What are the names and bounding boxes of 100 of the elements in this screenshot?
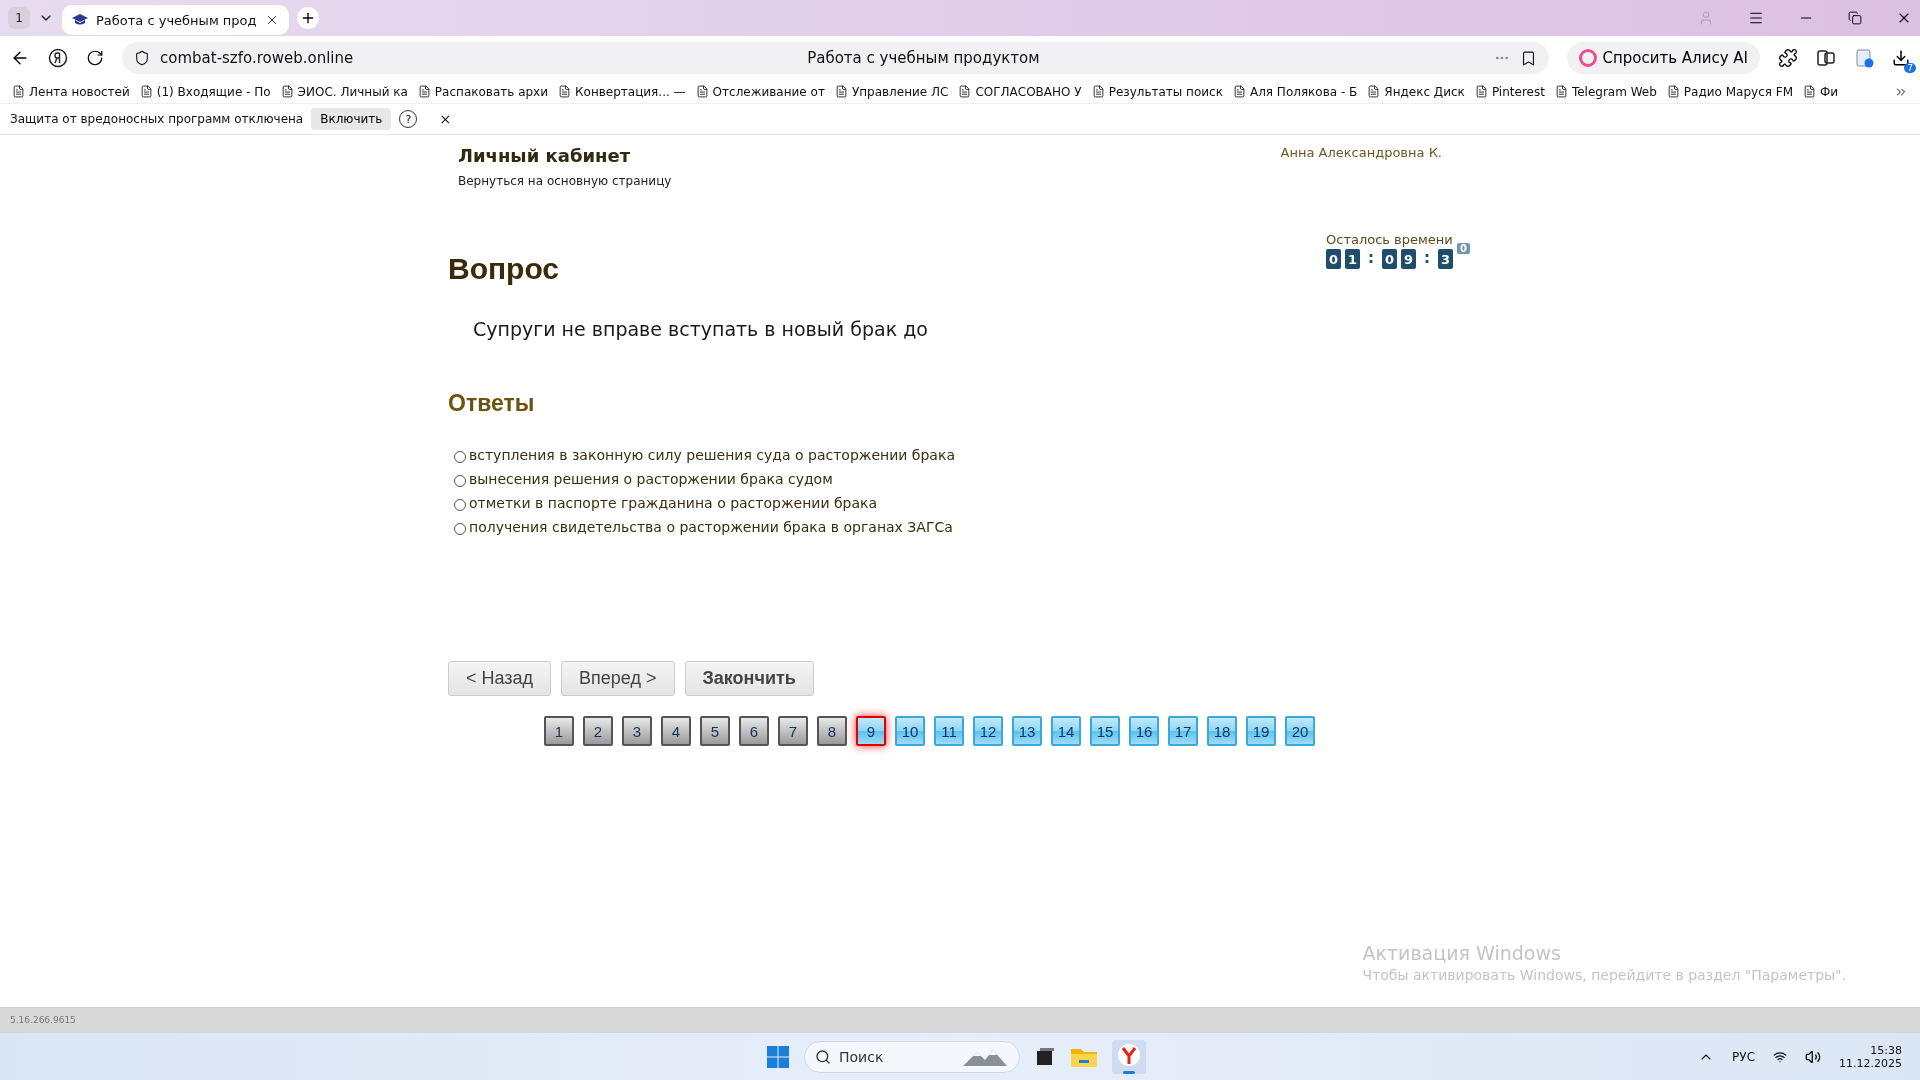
yandex-y-icon[interactable] — [48, 48, 68, 68]
page-icon — [1554, 85, 1568, 98]
page-icon — [1666, 85, 1680, 98]
timer-digit: 3 — [1438, 249, 1453, 269]
question-number-button[interactable]: 17 — [1168, 716, 1198, 746]
bookmark-item[interactable]: Конвертация... — — [558, 84, 686, 99]
collections-icon[interactable] — [1816, 48, 1836, 68]
question-number-button[interactable]: 12 — [973, 716, 1003, 746]
bookmark-item[interactable]: Результаты поиск — [1091, 84, 1223, 99]
user-name: Анна Александровна К. — [1280, 145, 1442, 162]
page-icon — [1367, 85, 1381, 98]
question-number-button[interactable]: 3 — [622, 716, 652, 746]
bookmark-item[interactable]: Аля Полякова - Б — [1232, 84, 1358, 99]
page-icon — [834, 85, 848, 98]
bookmark-item[interactable]: ЭИОС. Личный ка — [280, 84, 408, 99]
page-icon — [558, 85, 571, 98]
timer-digit: 0 — [1457, 243, 1470, 254]
bookmark-item[interactable]: Лента новостей — [12, 84, 130, 99]
bookmark-item[interactable]: Радио Маруся FM — [1666, 84, 1793, 99]
question-number-button[interactable]: 19 — [1246, 716, 1276, 746]
taskbar-clock[interactable]: 15:38 11.12.2025 — [1839, 1043, 1902, 1070]
notice-text: Защита от вредоносных программ отключена — [10, 112, 304, 126]
question-number-button[interactable]: 4 — [661, 716, 691, 746]
page-icon — [417, 85, 431, 98]
activation-title: Активация Windows — [1362, 942, 1562, 964]
bookmark-item[interactable]: Фи — [1803, 84, 1839, 99]
volume-icon[interactable] — [1805, 1048, 1821, 1065]
bookmark-item[interactable]: Яндекс Диск — [1367, 84, 1465, 99]
restore-icon[interactable] — [1848, 11, 1862, 25]
radio-button[interactable] — [454, 499, 466, 511]
radio-button[interactable] — [454, 523, 466, 535]
graduation-cap-icon — [72, 14, 88, 26]
question-number-button[interactable]: 8 — [817, 716, 847, 746]
shield-icon — [134, 50, 150, 66]
taskbar-search-field[interactable]: Поиск — [804, 1040, 1020, 1073]
bookmark-item[interactable]: Pinterest — [1474, 84, 1545, 99]
answers-heading: Ответы — [448, 390, 536, 417]
bookmark-item[interactable]: Распаковать архи — [417, 84, 548, 99]
radio-button[interactable] — [454, 451, 466, 463]
question-heading: Вопрос — [448, 252, 560, 286]
answer-option-text[interactable]: вынесения решения о расторжении брака судом — [469, 471, 833, 487]
question-number-button[interactable]: 5 — [700, 716, 730, 746]
tab-counter[interactable]: 1 — [8, 7, 30, 29]
task-view-icon[interactable] — [1034, 1045, 1056, 1068]
nav-button[interactable]: Вперед > — [561, 661, 675, 696]
close-button[interactable]: × — [439, 111, 452, 127]
menu-icon[interactable] — [1748, 10, 1764, 26]
language-indicator[interactable]: РУС — [1732, 1049, 1755, 1064]
question-number-button[interactable]: 2 — [583, 716, 613, 746]
nav-button[interactable]: < Назад — [448, 661, 552, 696]
timer-label: Осталось времени — [1326, 232, 1454, 247]
bookmark-item[interactable]: Telegram Web — [1554, 84, 1657, 99]
address-bar[interactable]: combat-szfo.roweb.online Работа с учебным продуктом — [122, 42, 1549, 74]
page-icon — [1232, 85, 1246, 98]
timer-digit: 0 — [1382, 249, 1397, 269]
search-icon — [815, 1048, 831, 1065]
new-tab-button[interactable] — [296, 7, 319, 29]
question-number-button[interactable]: 15 — [1090, 716, 1120, 746]
answer-option-text[interactable]: отметки в паспорте гражданина о расторжении брака — [469, 495, 878, 511]
back-link[interactable]: Вернуться на основную страницу — [458, 174, 672, 188]
cabinet-title: Личный кабинет — [458, 145, 632, 166]
question-number-button[interactable]: 10 — [895, 716, 925, 746]
question-number-button[interactable]: 11 — [934, 716, 964, 746]
question-number-button[interactable]: 20 — [1285, 716, 1315, 746]
question-number-button[interactable]: 1 — [544, 716, 574, 746]
page-icon — [1803, 85, 1816, 98]
timer-separator: : — [1367, 249, 1375, 267]
timer-separator: : — [1423, 249, 1431, 267]
translate-icon[interactable] — [1854, 48, 1874, 68]
page-icon — [280, 85, 294, 98]
question-number-button[interactable]: 9 — [856, 716, 886, 746]
yandex-browser-icon[interactable] — [1112, 1039, 1146, 1074]
wifi-icon[interactable] — [1773, 1049, 1787, 1064]
nav-button[interactable]: Закончить — [684, 661, 814, 696]
bookmark-item[interactable]: СОГЛАСОВАНО У — [958, 84, 1082, 99]
browser-tab[interactable]: Работа с учебным прод — [62, 5, 289, 35]
bookmark-item[interactable]: (1) Входящие - По — [139, 84, 271, 99]
answer-option-text[interactable]: получения свидетельства о расторжении брака в органах ЗАГСа — [469, 519, 953, 535]
enable-button[interactable]: Включить — [311, 108, 392, 130]
timer-digit: 1 — [1345, 249, 1360, 269]
answer-option-text[interactable]: вступления в законную силу решения суда о расторжении брака — [469, 447, 955, 463]
alice-button[interactable]: Спросить Алису AI — [1566, 42, 1760, 74]
bookmark-item[interactable]: Управление ЛС — [834, 84, 949, 99]
question-number-button[interactable]: 13 — [1012, 716, 1042, 746]
version-text: 5.16.266.9615 — [10, 1015, 76, 1025]
page-icon — [1474, 85, 1488, 98]
activation-text: Чтобы активировать Windows, перейдите в раздел "Параметры". — [1362, 967, 1846, 983]
windows-start-icon[interactable] — [766, 1044, 790, 1069]
download-count-badge: 7 — [1904, 63, 1916, 73]
download-icon[interactable] — [1892, 49, 1910, 67]
timer-digit: 0 — [1326, 249, 1341, 269]
bookmark-item[interactable]: Отслеживание от — [695, 84, 825, 99]
question-number-button[interactable]: 18 — [1207, 716, 1237, 746]
question-number-button[interactable]: 14 — [1051, 716, 1081, 746]
question-number-button[interactable]: 7 — [778, 716, 808, 746]
question-number-button[interactable]: 6 — [739, 716, 769, 746]
reload-icon[interactable] — [86, 49, 104, 67]
radio-button[interactable] — [454, 475, 466, 487]
question-number-button[interactable]: 16 — [1129, 716, 1159, 746]
puzzle-icon[interactable] — [1778, 48, 1798, 68]
